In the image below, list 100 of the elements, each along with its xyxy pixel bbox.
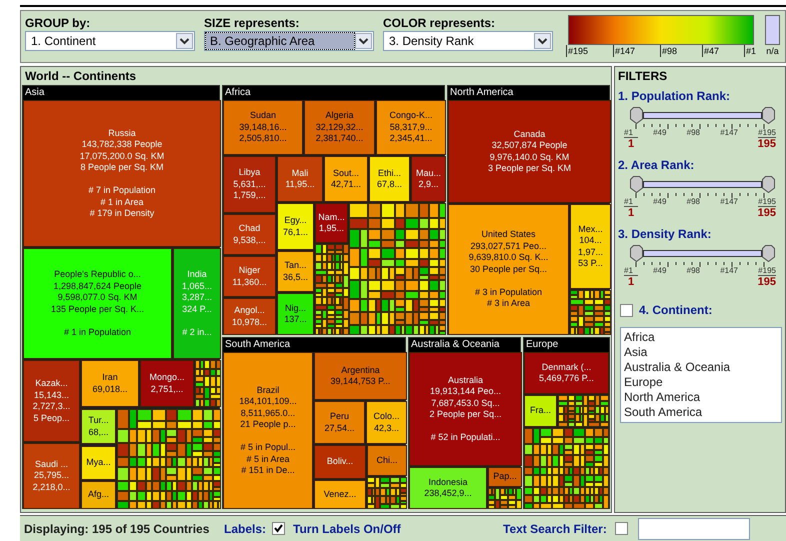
slider-tick-label: #1	[624, 197, 633, 206]
slider-tick-label: #49	[653, 197, 666, 206]
search-field[interactable]	[638, 518, 750, 540]
dropdown[interactable]: 1. Continent	[25, 31, 195, 51]
range-slider[interactable]	[630, 176, 775, 193]
country-cell[interactable]: Peru 27,54...	[314, 401, 365, 444]
country-cell[interactable]: Mya...	[81, 446, 116, 480]
dropdown[interactable]: 3. Density Rank	[383, 31, 553, 51]
country-cell[interactable]: Mongo... 2,751,...	[140, 360, 194, 407]
country-cell[interactable]: Niger 11,360...	[223, 256, 276, 297]
continent-header: Europe	[524, 338, 609, 352]
range-slider[interactable]	[630, 245, 775, 262]
labels-label: Labels:	[224, 520, 266, 538]
slider-tick-label: #195	[758, 128, 776, 137]
country-cell[interactable]: Saudi ... 25,795... 2,218,0...	[23, 443, 80, 509]
small-country-cells-drawing	[195, 360, 221, 407]
country-cell[interactable]: Afg...	[81, 481, 116, 509]
control-label: GROUP by:	[25, 15, 92, 31]
country-cell[interactable]: Denmark (... 5,469,776 P...	[524, 352, 609, 394]
filter-label: 2. Area Rank:	[618, 157, 696, 173]
slider-tick-label: #49	[653, 128, 666, 137]
country-cell[interactable]: Ethi... 67,8...	[369, 156, 410, 202]
country-cell[interactable]: Nam... 1,95...	[315, 203, 348, 243]
checkbox[interactable]	[272, 522, 286, 535]
filter-label: 3. Density Rank:	[618, 226, 712, 242]
color-scale-tick: #47	[702, 45, 719, 57]
dropdown[interactable]: B. Geographic Area	[204, 31, 374, 51]
na-label: n/a	[766, 45, 779, 57]
range-slider[interactable]	[630, 107, 775, 124]
slider-max-value: 195	[758, 137, 776, 151]
country-cell[interactable]: Congo-K... 58,317,9... 2,345,41...	[376, 100, 446, 155]
country-cell[interactable]: Chad 9,538,...	[223, 214, 276, 255]
country-cell[interactable]: Boliv...	[314, 445, 366, 479]
checkbox[interactable]	[620, 304, 633, 316]
country-cell[interactable]: United States 293,027,571 Peo... 9,639,810.0 Sq. K... 30 People per Sq... # 3 in Population # 3 in Area	[448, 204, 569, 335]
slider-min-value: 1	[624, 137, 638, 151]
slider-thumb[interactable]	[762, 176, 775, 193]
country-cell[interactable]: Nig... 137...	[277, 293, 314, 335]
slider-min-value: 1	[624, 206, 638, 220]
country-cell[interactable]: Pap...	[488, 467, 522, 487]
country-cell[interactable]: Tur... 68,...	[81, 409, 116, 444]
color-scale-tick: #1	[744, 45, 756, 57]
slider-tick-label: #98	[686, 266, 700, 275]
continent-header: North America	[448, 86, 609, 100]
country-cell[interactable]: Kazak... 15,143... 2,727,3... 5 Peop...	[23, 360, 80, 442]
continent-header: South America	[223, 338, 405, 352]
slider-thumb[interactable]	[630, 176, 643, 193]
na-color-swatch	[765, 15, 780, 45]
country-cell[interactable]: Indonesia 238,452,9...	[409, 467, 487, 509]
country-cell[interactable]: Australia 19,913,144 Peo... 7,687,453.0 Sq... 2 People per Sq... # 52 in Populati...	[409, 352, 522, 466]
country-cell[interactable]: Fra...	[524, 395, 557, 427]
filters-title: FILTERS	[618, 68, 668, 84]
slider-tick-label: #195	[758, 197, 776, 206]
country-cell[interactable]: Venez...	[314, 480, 366, 509]
country-cell[interactable]: Colo... 42,3...	[366, 401, 407, 444]
continent-list-item[interactable]: Australia & Oceania	[621, 360, 781, 375]
continent-list-item[interactable]: Africa	[621, 330, 781, 345]
color-scale-tick: #195	[566, 45, 588, 57]
continent-header: Australia & Oceania	[409, 338, 520, 352]
slider-tick-label: #98	[686, 197, 700, 206]
slider-thumb[interactable]	[630, 107, 643, 124]
continent-header: Africa	[223, 86, 444, 100]
country-cell[interactable]: Chi...	[367, 445, 407, 476]
country-cell[interactable]: Libya 5,631,... 1,759,...	[223, 156, 276, 213]
country-cell[interactable]: Sudan 39,148,16... 2,505,810...	[223, 100, 303, 155]
country-cell[interactable]: Sout... 42,71...	[324, 156, 368, 202]
country-cell[interactable]: People's Republic o... 1,298,847,624 People 9,598,077.0 Sq. KM 135 People per Sq. K... # 1 in Population	[23, 248, 172, 359]
country-cell[interactable]: Egy... 76,1...	[277, 203, 314, 250]
country-cell[interactable]: Argentina 39,144,753 P...	[314, 352, 407, 400]
country-cell[interactable]: Russia 143,782,338 People 17,075,200.0 Sq. KM 8 People per Sq. KM # 7 in Population # 1 in Area # 179 in Density	[23, 100, 221, 247]
country-cell[interactable]: Angol... 10,978...	[223, 298, 276, 335]
country-cell[interactable]: Brazil 184,101,109... 8,511,965.0... 21 People p... # 5 in Popul... # 5 in Area # 151 in De...	[223, 352, 313, 509]
country-cell[interactable]: Tan... 36,5...	[277, 251, 314, 292]
slider-tick-label: #195	[758, 266, 776, 275]
country-cell[interactable]: Mau... 2,9...	[411, 156, 446, 202]
country-cell[interactable]: Mex... 104... 1,97... 53 P...	[570, 204, 611, 289]
color-scale-tick: #147	[612, 45, 636, 57]
color-scale-tick: #98	[660, 45, 677, 57]
small-country-cells-drawing	[367, 477, 407, 509]
country-cell[interactable]: Mali 11,95...	[277, 156, 323, 202]
continent-list-item[interactable]: Europe	[621, 375, 781, 390]
continent-list-item[interactable]: South America	[621, 405, 781, 420]
slider-min-value: 1	[624, 275, 638, 289]
slider-tick-label: #1	[624, 128, 633, 137]
continent-list-item[interactable]: Asia	[621, 345, 781, 360]
filter-label: 4. Continent:	[639, 302, 712, 319]
labels-toggle-text: Turn Labels On/Off	[293, 520, 402, 538]
country-cell[interactable]: Iran 69,018...	[81, 360, 139, 407]
continent-list-item[interactable]: North America	[621, 390, 781, 405]
slider-thumb[interactable]	[762, 107, 775, 124]
country-cell[interactable]: Canada 32,507,874 People 9,976,140.0 Sq. KM 3 People per Sq. KM	[448, 100, 611, 203]
small-country-cells-drawing	[488, 488, 522, 509]
slider-thumb[interactable]	[630, 245, 643, 262]
slider-tick-label: #147	[720, 128, 738, 137]
checkbox[interactable]	[614, 522, 628, 535]
control-label: SIZE represents:	[204, 15, 300, 31]
country-cell[interactable]: Algeria 32,129,32... 2,381,740...	[304, 100, 375, 155]
slider-max-value: 195	[758, 275, 776, 289]
slider-thumb[interactable]	[762, 245, 775, 262]
slider-tick-label: #147	[720, 266, 738, 275]
